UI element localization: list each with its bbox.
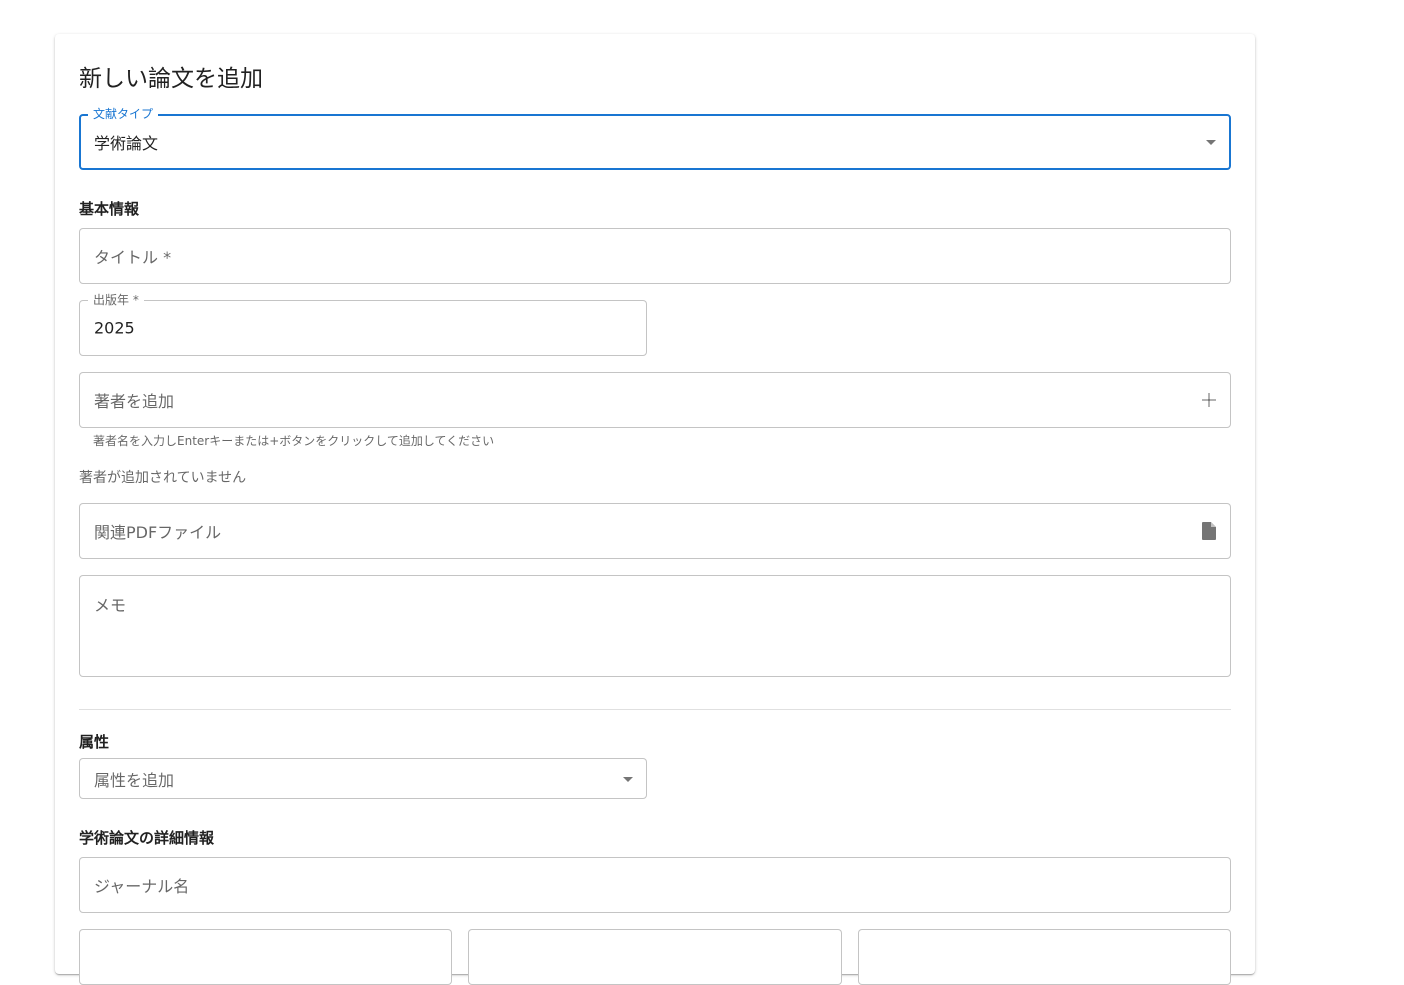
issue-input[interactable] [468, 929, 842, 985]
journal-input[interactable]: ジャーナル名 [79, 857, 1231, 913]
arrow-drop-down-icon [1206, 140, 1216, 145]
basic-info-heading: 基本情報 [79, 200, 140, 218]
pdf-placeholder: 関連PDFファイル [94, 523, 222, 542]
year-input[interactable]: 出版年 * 2025 [79, 292, 647, 356]
doc-type-value: 学術論文 [94, 134, 159, 153]
file-icon[interactable] [1198, 520, 1220, 542]
title-input[interactable]: タイトル * [79, 228, 1231, 284]
author-input[interactable]: 著者を追加 [79, 372, 1231, 428]
pages-input[interactable] [858, 929, 1231, 985]
attribute-placeholder: 属性を追加 [94, 770, 175, 790]
author-helper-text: 著者名を入力しEnterキーまたは+ボタンをクリックして追加してください [93, 434, 495, 448]
attribute-select[interactable]: 属性を追加 [79, 758, 647, 799]
attributes-heading: 属性 [79, 733, 110, 751]
title-placeholder: タイトル * [94, 248, 172, 267]
memo-textarea[interactable]: メモ [79, 575, 1231, 677]
doc-type-label: 文献タイプ [88, 106, 159, 122]
volume-input[interactable] [79, 929, 452, 985]
memo-placeholder: メモ [94, 596, 127, 615]
pdf-file-input[interactable]: 関連PDFファイル [79, 503, 1231, 559]
dialog-title: 新しい論文を追加 [79, 66, 263, 92]
doc-type-select[interactable]: 文献タイプ 学術論文 [79, 106, 1231, 170]
paper-details-heading: 学術論文の詳細情報 [79, 829, 215, 847]
no-authors-text: 著者が追加されていません [79, 470, 247, 486]
journal-placeholder: ジャーナル名 [94, 877, 190, 896]
year-value: 2025 [94, 318, 135, 338]
section-divider [79, 709, 1231, 710]
plus-icon[interactable] [1198, 389, 1220, 411]
arrow-drop-down-icon [623, 776, 633, 782]
year-label: 出版年 * [88, 292, 144, 308]
author-placeholder: 著者を追加 [94, 392, 175, 411]
add-paper-dialog: 新しい論文を追加 文献タイプ 学術論文 基本情報 タイトル * 出版年 * 20… [55, 34, 1255, 985]
